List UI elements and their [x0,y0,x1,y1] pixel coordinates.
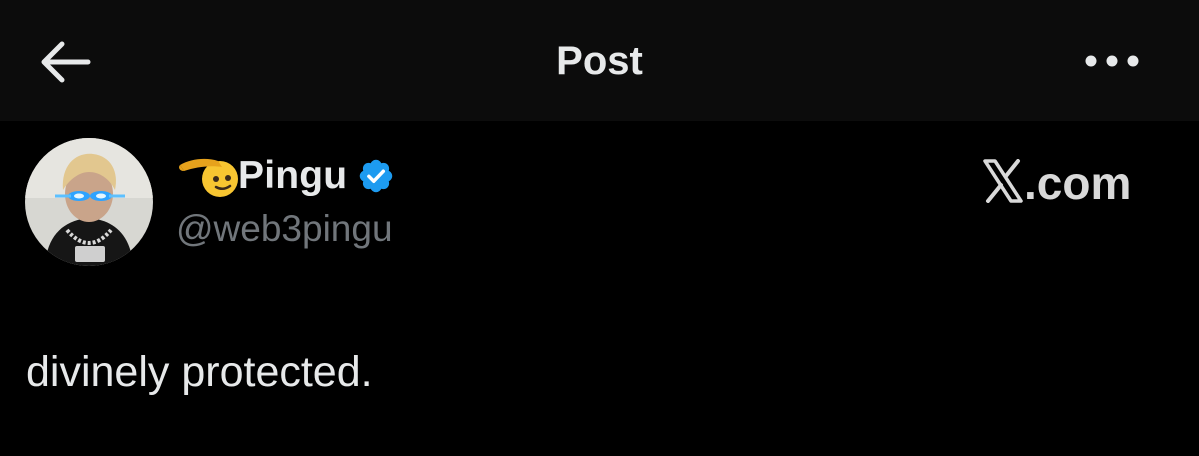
saluting-face-emoji [179,158,238,197]
post-author: Pingu @web3pingu [176,152,395,250]
back-button[interactable] [36,36,96,88]
post-text: divinely protected. [26,348,373,396]
profile-avatar[interactable] [25,138,153,266]
avatar-image [25,138,153,266]
x-com-watermark: .com [982,156,1131,210]
more-horizontal-icon [1085,55,1139,67]
watermark-domain: .com [1024,157,1132,209]
x-logo-icon [983,159,1023,203]
top-navigation-bar: Post [0,0,1199,121]
verified-badge-icon [360,159,393,193]
author-name-row[interactable]: Pingu [176,152,395,200]
arrow-left-icon [41,41,91,83]
more-options-button[interactable] [1080,44,1144,78]
author-display-name: Pingu [238,154,348,197]
page-title: Post [556,39,643,83]
author-handle[interactable]: @web3pingu [176,208,393,250]
